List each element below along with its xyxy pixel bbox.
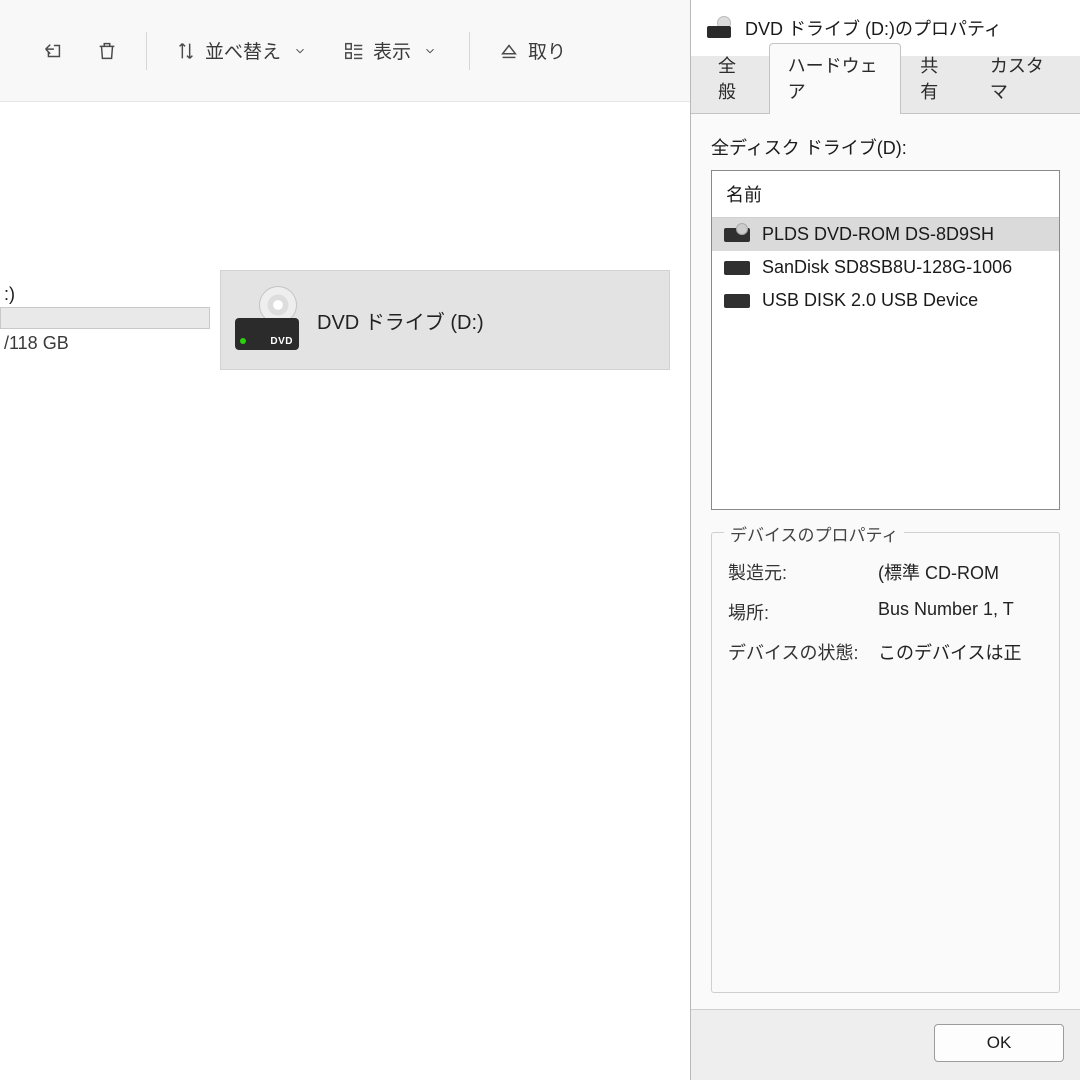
view-label: 表示	[373, 37, 411, 64]
explorer-content: :) /118 GB DVD DVD ドライブ (D:)	[0, 102, 690, 1080]
share-icon	[42, 40, 64, 62]
eject-button[interactable]: 取り	[484, 27, 580, 74]
dvd-drive-icon: DVD	[235, 290, 299, 350]
toolbar-divider	[469, 32, 470, 70]
sort-label: 並べ替え	[205, 37, 281, 64]
disk-drive-icon	[724, 261, 750, 275]
device-name: PLDS DVD-ROM DS-8D9SH	[762, 224, 994, 245]
group-title: デバイスのプロパティ	[724, 521, 904, 546]
property-value: (標準 CD-ROM	[878, 559, 1043, 585]
trash-icon	[96, 40, 118, 62]
drives-listbox[interactable]: 名前 PLDS DVD-ROM DS-8D9SH SanDisk SD8SB8U…	[711, 170, 1060, 510]
property-value: このデバイスは正	[878, 639, 1043, 665]
ok-button[interactable]: OK	[934, 1024, 1064, 1062]
drive-c-tile[interactable]: :) /118 GB	[0, 284, 210, 354]
dialog-tabs: 全般 ハードウェア 共有 カスタマ	[691, 56, 1080, 114]
property-row-location: 場所: Bus Number 1, T	[728, 599, 1043, 625]
list-item[interactable]: PLDS DVD-ROM DS-8D9SH	[712, 218, 1059, 251]
chevron-down-icon	[289, 40, 311, 62]
share-button[interactable]	[28, 30, 78, 72]
explorer-toolbar: 並べ替え 表示	[0, 0, 690, 102]
sort-icon	[175, 40, 197, 62]
property-label: 場所:	[728, 599, 878, 625]
list-header-name[interactable]: 名前	[712, 171, 1059, 218]
device-name: SanDisk SD8SB8U-128G-1006	[762, 257, 1012, 278]
property-label: デバイスの状態:	[728, 639, 878, 665]
tab-general[interactable]: 全般	[699, 43, 769, 114]
dvd-badge: DVD	[270, 336, 293, 347]
dvd-drive-icon	[707, 18, 731, 38]
toolbar-divider	[146, 32, 147, 70]
dvd-drive-label: DVD ドライブ (D:)	[317, 306, 484, 335]
list-item[interactable]: USB DISK 2.0 USB Device	[712, 284, 1059, 317]
list-item[interactable]: SanDisk SD8SB8U-128G-1006	[712, 251, 1059, 284]
properties-dialog: DVD ドライブ (D:)のプロパティ 全般 ハードウェア 共有 カスタマ 全デ…	[690, 0, 1080, 1080]
delete-button[interactable]	[82, 30, 132, 72]
property-label: 製造元:	[728, 559, 878, 585]
drive-c-label: :)	[0, 284, 210, 307]
dialog-title: DVD ドライブ (D:)のプロパティ	[745, 15, 1002, 41]
drive-c-capacity-text: /118 GB	[0, 333, 210, 354]
tab-customize[interactable]: カスタマ	[971, 43, 1072, 114]
drive-c-capacity-bar	[0, 307, 210, 329]
chevron-down-icon	[419, 40, 441, 62]
optical-drive-icon	[724, 228, 750, 242]
eject-icon	[498, 40, 520, 62]
property-row-manufacturer: 製造元: (標準 CD-ROM	[728, 559, 1043, 585]
all-drives-label: 全ディスク ドライブ(D):	[711, 134, 1060, 160]
dialog-body: 全ディスク ドライブ(D): 名前 PLDS DVD-ROM DS-8D9SH …	[691, 114, 1080, 1009]
explorer-window: 並べ替え 表示	[0, 0, 690, 1080]
device-properties-group: デバイスのプロパティ 製造元: (標準 CD-ROM 場所: Bus Numbe…	[711, 532, 1060, 993]
dialog-button-bar: OK	[691, 1009, 1080, 1080]
property-row-status: デバイスの状態: このデバイスは正	[728, 639, 1043, 665]
view-icon	[343, 40, 365, 62]
dvd-drive-tile[interactable]: DVD DVD ドライブ (D:)	[220, 270, 670, 370]
device-name: USB DISK 2.0 USB Device	[762, 290, 978, 311]
disk-drive-icon	[724, 294, 750, 308]
tab-hardware[interactable]: ハードウェア	[769, 43, 902, 114]
eject-label: 取り	[528, 37, 566, 64]
view-button[interactable]: 表示	[329, 27, 455, 74]
property-value: Bus Number 1, T	[878, 599, 1043, 625]
sort-button[interactable]: 並べ替え	[161, 27, 325, 74]
tab-sharing[interactable]: 共有	[901, 43, 971, 114]
